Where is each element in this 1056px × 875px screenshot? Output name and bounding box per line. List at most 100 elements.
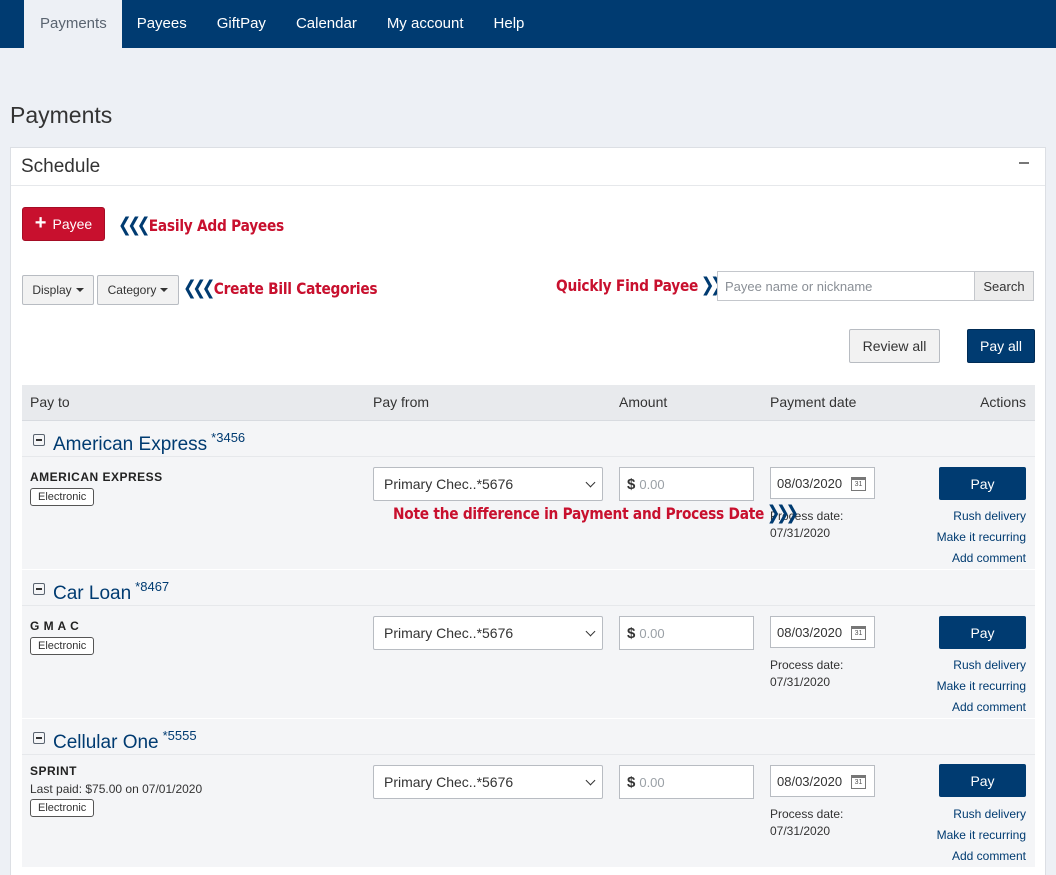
add-comment-link[interactable]: Add comment	[952, 849, 1026, 863]
group-name[interactable]: American Express *3456	[53, 430, 245, 456]
calendar-icon[interactable]: 31	[851, 477, 866, 491]
annotation-find-payee: Quickly Find Payee ❯❯❯	[556, 276, 733, 296]
collapse-icon[interactable]	[1019, 162, 1029, 164]
col-pay-to: Pay to	[30, 394, 70, 410]
page-title: Payments	[10, 102, 113, 128]
dollar-sign: $	[627, 475, 636, 493]
payment-date-field[interactable]: 08/03/2020 31	[770, 765, 875, 797]
amount-field[interactable]: $	[619, 765, 754, 799]
chevron-down-icon	[585, 477, 596, 488]
payee-search-input[interactable]	[717, 271, 975, 301]
nav-my-account[interactable]: My account	[372, 0, 479, 48]
nav-help[interactable]: Help	[479, 0, 540, 48]
schedule-panel: Schedule + Payee ❮❮❮ Easily Add Payees D…	[10, 147, 1046, 875]
group-name[interactable]: Cellular One *5555	[53, 728, 197, 754]
pay-all-button[interactable]: Pay all	[967, 329, 1035, 363]
add-comment-link[interactable]: Add comment	[952, 700, 1026, 714]
review-all-button[interactable]: Review all	[849, 329, 940, 363]
pay-from-select[interactable]: Primary Chec..*5676	[373, 616, 603, 650]
process-date: Process date: 07/31/2020	[770, 657, 843, 691]
group-name[interactable]: Car Loan *8467	[53, 579, 169, 605]
annotation-date-difference-text: Note the difference in Payment and Proce…	[393, 504, 765, 523]
group-name-text: Car Loan	[53, 583, 132, 604]
pay-from-select[interactable]: Primary Chec..*5676	[373, 765, 603, 799]
amount-field[interactable]: $	[619, 616, 754, 650]
pay-from-value: Primary Chec..*5676	[384, 476, 514, 492]
pay-from-value: Primary Chec..*5676	[384, 625, 514, 641]
payment-date-value: 08/03/2020	[777, 773, 843, 789]
last-paid: Last paid: $75.00 on 07/01/2020	[30, 782, 203, 796]
process-date-value: 07/31/2020	[770, 526, 831, 540]
dollar-sign: $	[627, 624, 636, 642]
chevrons-right-icon: ❯❯❯	[766, 502, 799, 524]
plus-icon: +	[34, 212, 47, 234]
chevron-down-icon	[585, 775, 596, 786]
col-payment-date: Payment date	[770, 394, 857, 410]
electronic-badge: Electronic	[30, 488, 95, 506]
pay-button[interactable]: Pay	[939, 616, 1026, 649]
add-comment-link[interactable]: Add comment	[952, 551, 1026, 565]
chevrons-left-icon: ❮❮❮	[183, 277, 215, 299]
caret-down-icon	[75, 288, 84, 292]
payment-date-field[interactable]: 08/03/2020 31	[770, 616, 875, 648]
make-recurring-link[interactable]: Make it recurring	[937, 828, 1026, 842]
payee-group-car-loan: Car Loan *8467 G M A C Electronic Primary…	[22, 570, 1035, 718]
nav-payees[interactable]: Payees	[122, 0, 202, 48]
display-dropdown[interactable]: Display	[22, 275, 94, 305]
search-button[interactable]: Search	[974, 271, 1034, 301]
pay-button[interactable]: Pay	[939, 764, 1026, 797]
payee-name: SPRINT	[30, 764, 78, 778]
category-label: Category	[107, 283, 157, 297]
col-amount: Amount	[619, 394, 668, 410]
annotation-date-difference: Note the difference in Payment and Proce…	[393, 502, 799, 524]
process-date-label: Process date:	[770, 658, 844, 672]
amount-input[interactable]	[639, 625, 740, 641]
calendar-icon[interactable]: 31	[851, 626, 866, 640]
amount-field[interactable]: $	[619, 467, 754, 501]
group-account: *3456	[211, 430, 246, 445]
group-header: Car Loan *8467	[22, 570, 1035, 606]
annotation-add-payees: ❮❮❮ Easily Add Payees	[118, 214, 284, 236]
nav-payments[interactable]: Payments	[24, 0, 122, 48]
make-recurring-link[interactable]: Make it recurring	[937, 679, 1026, 693]
rush-delivery-link[interactable]: Rush delivery	[953, 509, 1026, 523]
table-header: Pay to Pay from Amount Payment date Acti…	[22, 385, 1035, 421]
group-header: American Express *3456	[22, 421, 1035, 457]
group-account: *8467	[135, 579, 170, 594]
payee-group-american-express: American Express *3456 AMERICAN EXPRESS E…	[22, 421, 1035, 569]
annotation-bill-categories: ❮❮❮ Create Bill Categories	[183, 277, 378, 299]
panel-title: Schedule	[21, 156, 101, 177]
make-recurring-link[interactable]: Make it recurring	[937, 530, 1026, 544]
nav-giftpay[interactable]: GiftPay	[202, 0, 281, 48]
dollar-sign: $	[627, 773, 636, 791]
caret-down-icon	[160, 288, 169, 292]
add-payee-button[interactable]: + Payee	[22, 207, 105, 241]
collapse-group-icon[interactable]	[33, 434, 45, 446]
payment-date-field[interactable]: 08/03/2020 31	[770, 467, 875, 499]
rush-delivery-link[interactable]: Rush delivery	[953, 658, 1026, 672]
annotation-find-payee-text: Quickly Find Payee	[556, 276, 699, 295]
amount-input[interactable]	[639, 476, 740, 492]
rush-delivery-link[interactable]: Rush delivery	[953, 807, 1026, 821]
pay-from-select[interactable]: Primary Chec..*5676	[373, 467, 603, 501]
process-date-value: 07/31/2020	[770, 824, 831, 838]
amount-input[interactable]	[639, 774, 740, 790]
group-name-text: American Express	[53, 434, 208, 455]
calendar-icon[interactable]: 31	[851, 775, 866, 789]
category-dropdown[interactable]: Category	[97, 275, 179, 305]
payee-name: AMERICAN EXPRESS	[30, 470, 163, 484]
nav-calendar[interactable]: Calendar	[281, 0, 372, 48]
annotation-bill-categories-text: Create Bill Categories	[213, 279, 378, 298]
process-date-value: 07/31/2020	[770, 675, 831, 689]
chevron-down-icon	[585, 626, 596, 637]
col-actions: Actions	[980, 394, 1026, 410]
collapse-group-icon[interactable]	[33, 583, 45, 595]
chevrons-left-icon: ❮❮❮	[118, 214, 150, 236]
collapse-group-icon[interactable]	[33, 732, 45, 744]
payee-name: G M A C	[30, 619, 80, 633]
pay-from-value: Primary Chec..*5676	[384, 774, 514, 790]
pay-button[interactable]: Pay	[939, 467, 1026, 500]
group-header: Cellular One *5555	[22, 719, 1035, 755]
payment-date-value: 08/03/2020	[777, 624, 843, 640]
display-label: Display	[32, 283, 72, 297]
